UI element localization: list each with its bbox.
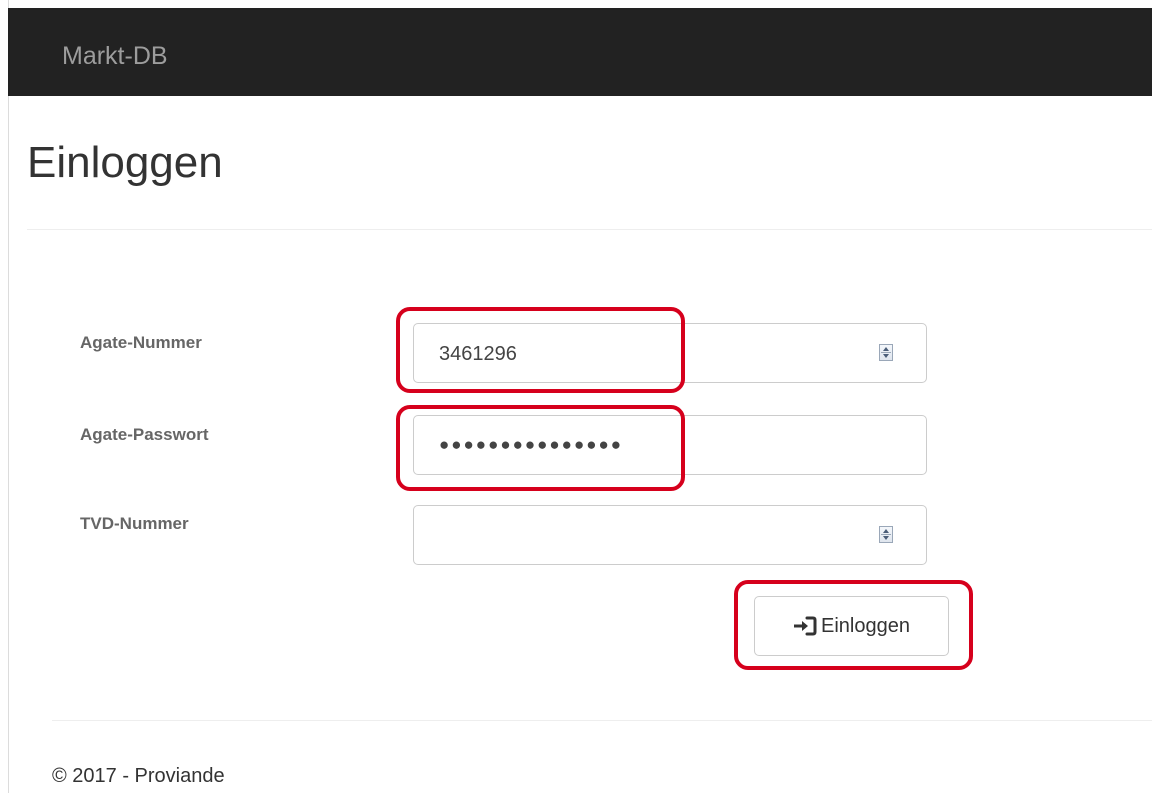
agate-nummer-label: Agate-Nummer xyxy=(80,333,202,352)
window-edge xyxy=(8,0,9,793)
brand-link[interactable]: Markt-DB xyxy=(62,41,168,71)
tvd-nummer-label: TVD-Nummer xyxy=(80,514,189,533)
agate-nummer-value: 3461296 xyxy=(439,343,517,365)
login-button[interactable]: Einloggen xyxy=(754,596,949,656)
agate-passwort-label: Agate-Passwort xyxy=(80,425,209,444)
agate-nummer-input[interactable]: 3461296 xyxy=(413,323,927,383)
footer-copyright: © 2017 - Proviande xyxy=(52,765,225,787)
sign-in-icon xyxy=(794,616,817,636)
page: Markt-DB Einloggen Agate-Nummer 3461296 … xyxy=(0,0,1152,793)
login-button-label: Einloggen xyxy=(821,615,910,637)
number-spinner-icon[interactable] xyxy=(879,344,893,361)
tvd-nummer-input[interactable] xyxy=(413,505,927,565)
navbar: Markt-DB xyxy=(8,8,1152,96)
footer-divider xyxy=(52,720,1152,721)
number-spinner-icon[interactable] xyxy=(879,526,893,543)
title-divider xyxy=(27,229,1152,230)
agate-passwort-input[interactable]: ●●●●●●●●●●●●●●● xyxy=(413,415,927,475)
page-title: Einloggen xyxy=(27,138,223,187)
password-mask: ●●●●●●●●●●●●●●● xyxy=(439,435,624,454)
